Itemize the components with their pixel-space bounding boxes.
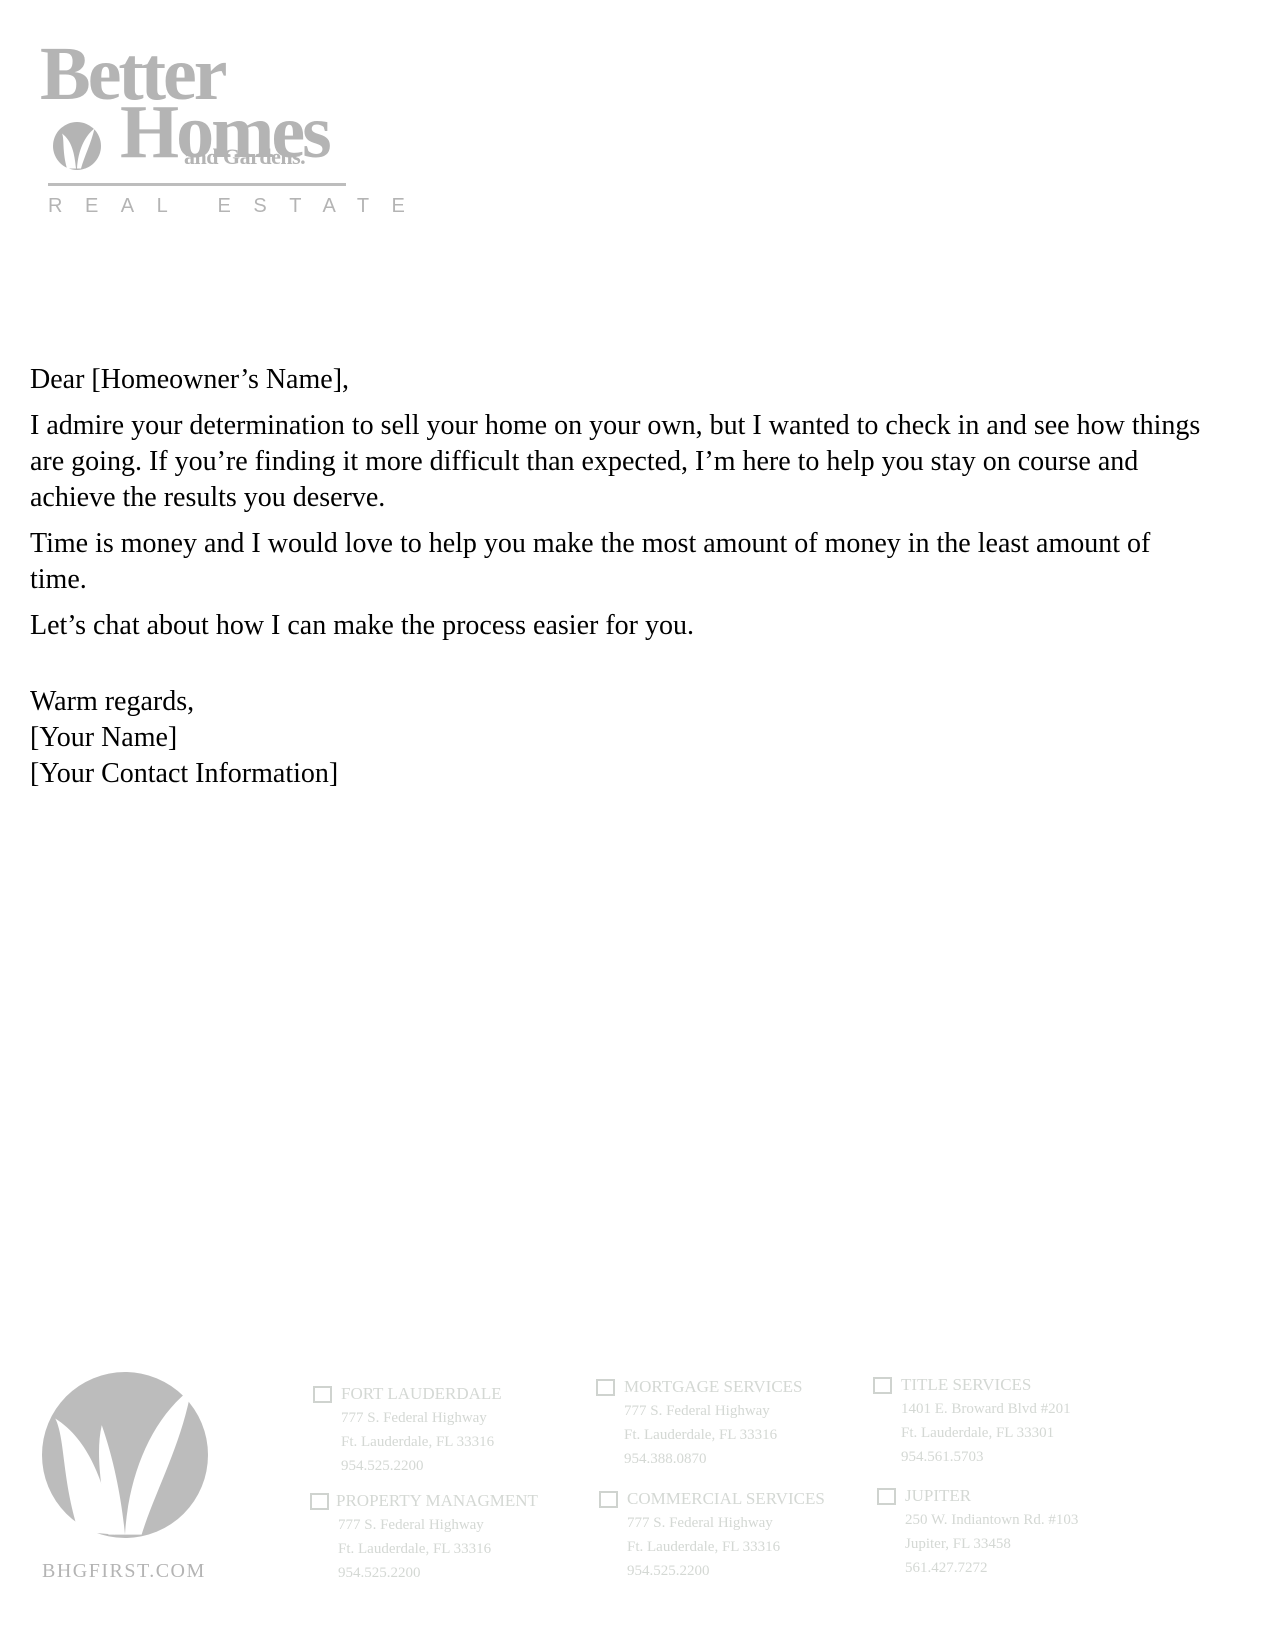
office-phone: 954.525.2200 <box>341 1458 424 1474</box>
office-name: TITLE SERVICES <box>901 1375 1032 1394</box>
paragraph-3: Let’s chat about how I can make the proc… <box>30 610 694 641</box>
office-address1: 777 S. Federal Highway <box>341 1410 487 1426</box>
paragraph-2: Time is money and I would love to help y… <box>30 528 1151 595</box>
office-fort-lauderdale: FORT LAUDERDALE 777 S. Federal Highway F… <box>313 1382 573 1478</box>
office-mortgage-services: MORTGAGE SERVICES 777 S. Federal Highway… <box>596 1375 856 1471</box>
signature-name: [Your Name] <box>30 722 178 753</box>
logo-divider <box>48 183 346 186</box>
office-title-services: TITLE SERVICES 1401 E. Broward Blvd #201… <box>873 1373 1133 1469</box>
leaf-emblem-icon <box>53 122 101 170</box>
office-address2: Ft. Lauderdale, FL 33301 <box>901 1425 1055 1441</box>
paragraph-1: I admire your determination to sell your… <box>30 410 1201 513</box>
office-commercial-services: COMMERCIAL SERVICES 777 S. Federal Highw… <box>599 1487 859 1583</box>
office-phone: 561.427.7272 <box>905 1560 988 1576</box>
office-address2: Jupiter, FL 33458 <box>905 1536 1011 1552</box>
office-address1: 777 S. Federal Highway <box>338 1517 484 1533</box>
office-name: MORTGAGE SERVICES <box>624 1377 803 1396</box>
leaf-emblem-icon <box>42 1372 208 1538</box>
office-name: PROPERTY MANAGMENT <box>336 1491 538 1510</box>
office-address1: 1401 E. Broward Blvd #201 <box>901 1401 1071 1417</box>
signature-contact: [Your Contact Information] <box>30 758 339 789</box>
closing-line: Warm regards, <box>30 686 195 717</box>
office-property-management: PROPERTY MANAGMENT 777 S. Federal Highwa… <box>310 1489 570 1585</box>
office-address1: 777 S. Federal Highway <box>624 1403 770 1419</box>
closing-block: Warm regards, [Your Name] [Your Contact … <box>30 684 1210 792</box>
office-name: JUPITER <box>905 1486 972 1505</box>
office-phone: 954.525.2200 <box>338 1565 421 1581</box>
checkbox-icon[interactable] <box>310 1493 329 1510</box>
logo-tagline: REAL ESTATE <box>48 195 428 217</box>
checkbox-icon[interactable] <box>877 1488 896 1505</box>
checkbox-icon[interactable] <box>596 1379 615 1396</box>
office-address1: 250 W. Indiantown Rd. #103 <box>905 1512 1079 1528</box>
office-address1: 777 S. Federal Highway <box>627 1515 773 1531</box>
website-url: BHGFIRST.COM <box>42 1560 206 1582</box>
salutation: Dear [Homeowner’s Name], <box>30 364 350 395</box>
office-jupiter: JUPITER 250 W. Indiantown Rd. #103 Jupit… <box>877 1484 1137 1580</box>
logo-text-and-gardens: and Gardens. <box>184 144 306 169</box>
office-name: COMMERCIAL SERVICES <box>627 1489 825 1508</box>
letter-body: Dear [Homeowner’s Name], I admire your d… <box>30 362 1210 792</box>
office-phone: 954.525.2200 <box>627 1563 710 1579</box>
office-phone: 954.388.0870 <box>624 1451 707 1467</box>
letter-page: Better Homes and Gardens. REAL ESTATE De… <box>0 0 1270 1642</box>
checkbox-icon[interactable] <box>873 1377 892 1394</box>
company-logo: Better Homes and Gardens. REAL ESTATE <box>40 36 428 224</box>
office-address2: Ft. Lauderdale, FL 33316 <box>338 1541 492 1557</box>
checkbox-icon[interactable] <box>599 1491 618 1508</box>
office-address2: Ft. Lauderdale, FL 33316 <box>624 1427 778 1443</box>
checkbox-icon[interactable] <box>313 1386 332 1403</box>
office-phone: 954.561.5703 <box>901 1449 984 1465</box>
office-name: FORT LAUDERDALE <box>341 1384 502 1403</box>
office-address2: Ft. Lauderdale, FL 33316 <box>341 1434 495 1450</box>
office-address2: Ft. Lauderdale, FL 33316 <box>627 1539 781 1555</box>
